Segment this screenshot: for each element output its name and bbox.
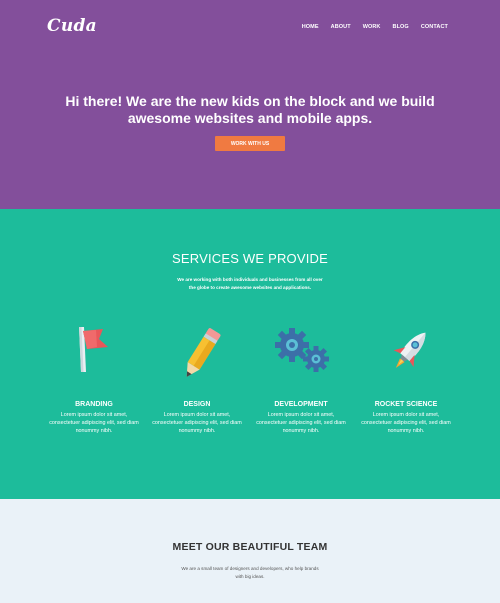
services-desc-line2: the globe to create awesome websites and… xyxy=(188,285,312,290)
gears-icon xyxy=(275,328,329,372)
hero-headline: Hi there! We are the new kids on the blo… xyxy=(0,93,500,127)
nav-home[interactable]: HOME xyxy=(302,24,319,30)
rocket-icon xyxy=(393,332,426,368)
work-with-us-button[interactable]: WORK WITH US xyxy=(215,136,285,151)
service-branding-line2: consectetuer adipiscing elit, sed diam xyxy=(49,420,139,427)
services-description: We are working with both individuals and… xyxy=(0,276,500,292)
logo[interactable]: Cuda xyxy=(47,16,97,36)
hero-headline-line1: Hi there! We are the new kids on the blo… xyxy=(65,93,435,109)
pencil-icon xyxy=(186,328,221,377)
main-nav: HOME ABOUT WORK BLOG CONTACT xyxy=(302,24,448,30)
service-rocket-science-line3: nonummy nibh. xyxy=(387,428,425,435)
service-rocket-science-line1: Lorem ipsum dolor sit amet, xyxy=(372,412,440,418)
flag-icon xyxy=(79,327,108,372)
service-design-title: DESIGN xyxy=(183,401,211,408)
nav-contact[interactable]: CONTACT xyxy=(421,24,448,30)
service-branding-line1: Lorem ipsum dolor sit amet, xyxy=(60,412,128,418)
service-development-text: Lorem ipsum dolor sit amet, consectetuer… xyxy=(246,411,356,436)
service-branding-title: BRANDING xyxy=(75,401,113,408)
hero-headline-line2: awesome websites and mobile apps. xyxy=(127,110,373,126)
team-title: MEET OUR BEAUTIFUL TEAM xyxy=(172,541,328,553)
services-title: SERVICES WE PROVIDE xyxy=(172,251,328,266)
service-rocket-science-text: Lorem ipsum dolor sit amet, consectetuer… xyxy=(351,411,461,436)
services-section: SERVICES WE PROVIDE We are working with … xyxy=(0,209,500,499)
service-branding-line3: nonummy nibh. xyxy=(75,428,113,435)
services-desc-line1: We are working with both individuals and… xyxy=(177,277,323,282)
service-design-line3: nonummy nibh. xyxy=(178,428,216,435)
team-section: MEET OUR BEAUTIFUL TEAM We are a small t… xyxy=(0,499,500,603)
team-desc-line2: with big ideas. xyxy=(235,573,265,579)
service-rocket-science-title: ROCKET SCIENCE xyxy=(374,401,438,408)
hero-section: Cuda HOME ABOUT WORK BLOG CONTACT Hi the… xyxy=(0,0,500,209)
service-development-title: DEVELOPMENT xyxy=(274,401,328,408)
nav-work[interactable]: WORK xyxy=(363,24,381,30)
service-development-line1: Lorem ipsum dolor sit amet, xyxy=(267,412,335,418)
team-description: We are a small team of designers and dev… xyxy=(0,565,500,580)
nav-about[interactable]: ABOUT xyxy=(331,24,351,30)
service-branding-text: Lorem ipsum dolor sit amet, consectetuer… xyxy=(39,411,149,436)
service-design-text: Lorem ipsum dolor sit amet, consectetuer… xyxy=(142,411,252,436)
service-rocket-science-line2: consectetuer adipiscing elit, sed diam xyxy=(361,420,451,427)
nav-blog[interactable]: BLOG xyxy=(393,24,409,30)
service-development-line2: consectetuer adipiscing elit, sed diam xyxy=(256,420,346,427)
service-design-line1: Lorem ipsum dolor sit amet, xyxy=(163,412,231,418)
service-development-line3: nonummy nibh. xyxy=(282,428,320,435)
service-design-line2: consectetuer adipiscing elit, sed diam xyxy=(152,420,242,427)
team-desc-line1: We are a small team of designers and dev… xyxy=(181,566,319,571)
